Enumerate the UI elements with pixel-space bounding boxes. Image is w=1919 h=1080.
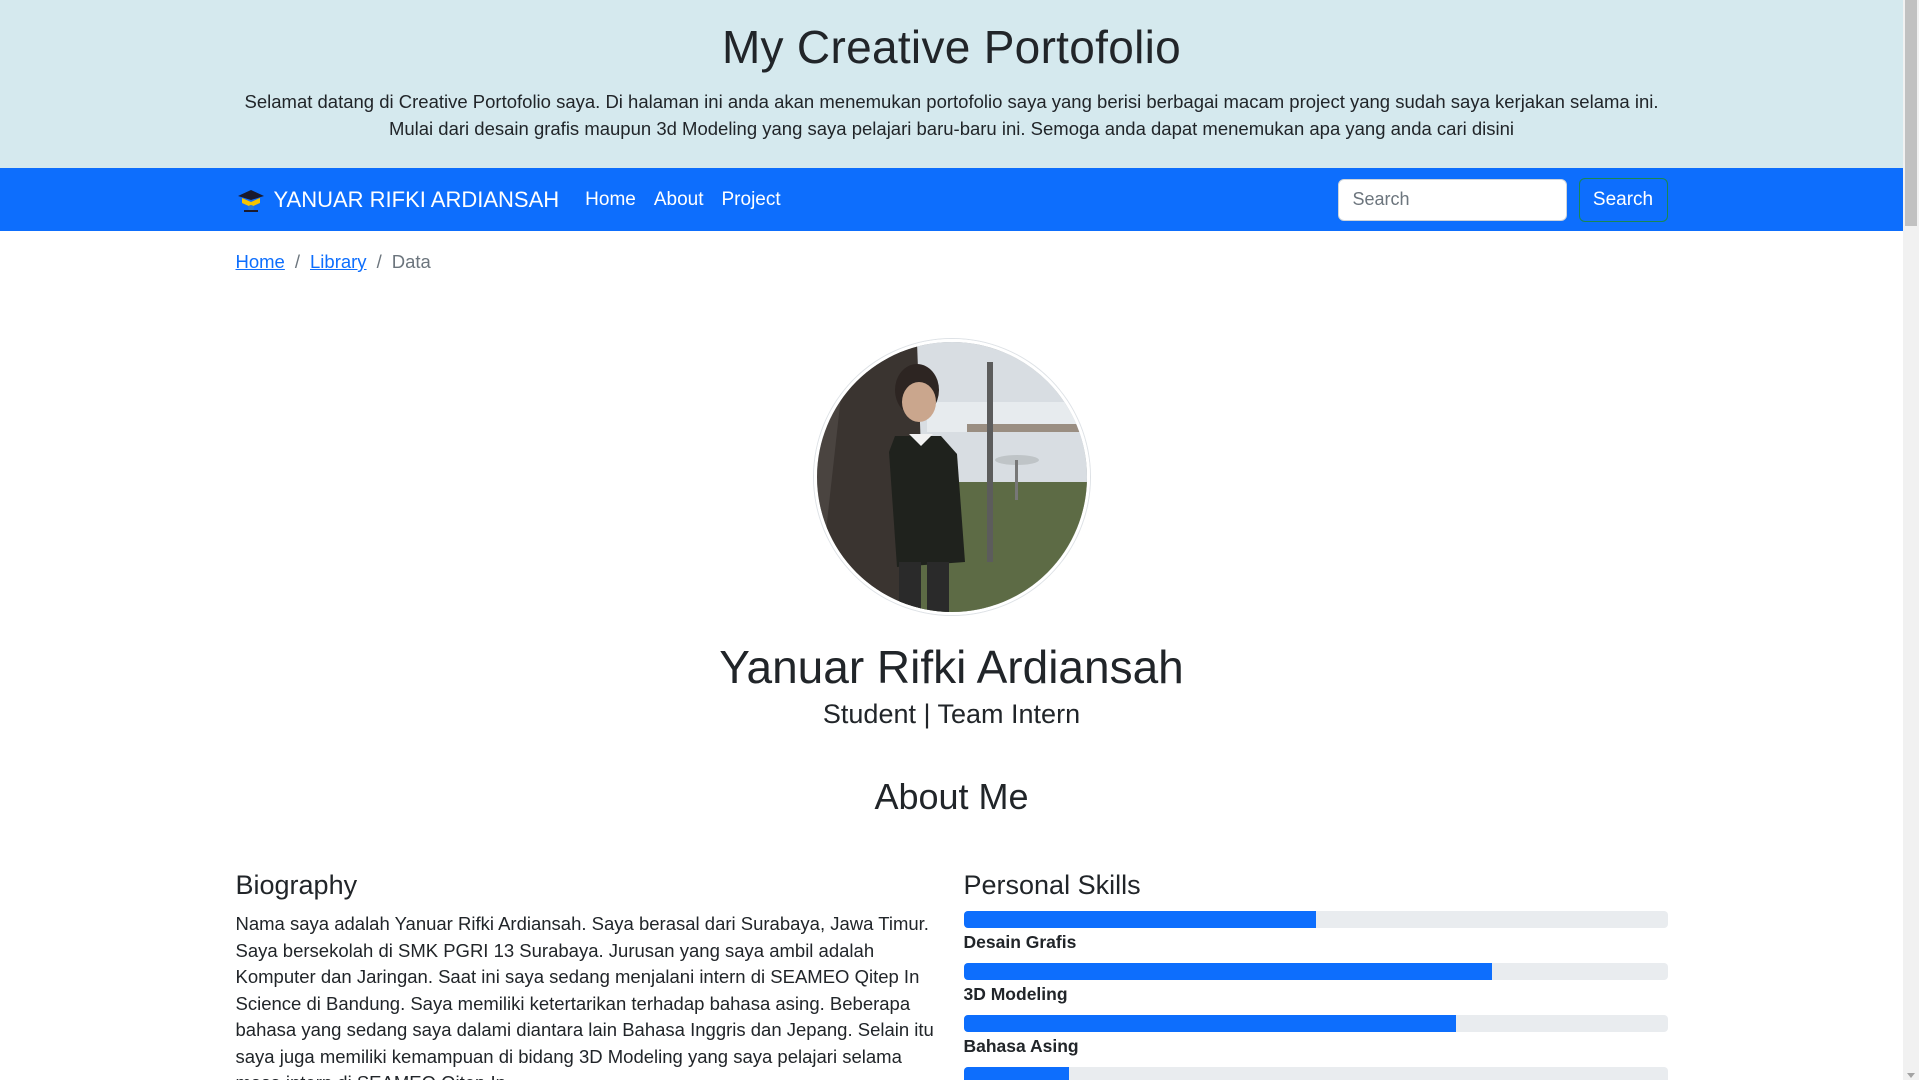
biography-column: Biography Nama saya adalah Yanuar Rifki … xyxy=(236,870,940,1080)
scrollbar-thumb[interactable] xyxy=(1905,0,1917,226)
about-title: About Me xyxy=(874,776,1029,817)
nav-link-about[interactable]: About xyxy=(654,189,704,211)
skill-label: Desain Grafis xyxy=(963,932,1077,952)
breadcrumb-current: Data xyxy=(391,251,431,272)
nav-link-home[interactable]: Home xyxy=(585,189,636,211)
breadcrumb-separator: / xyxy=(294,251,300,272)
skill-item: Bahasa Asing xyxy=(963,1015,1668,1057)
skill-label: 3D Modeling xyxy=(963,984,1068,1004)
profile-section: Yanuar Rifki Ardiansah Student | Team In… xyxy=(0,339,1903,730)
skill-item xyxy=(963,1067,1668,1080)
skill-progress-bar xyxy=(963,1015,1457,1032)
skill-progress-bar xyxy=(963,911,1316,928)
breadcrumb-separator: / xyxy=(376,251,382,272)
hero-title: My Creative Portofolio xyxy=(721,21,1182,73)
search-button[interactable]: Search xyxy=(1578,177,1668,222)
nav-search-form: Search xyxy=(1337,177,1668,222)
scroll-down-arrow-icon[interactable] xyxy=(1907,1073,1915,1078)
biography-text: Nama saya adalah Yanuar Rifki Ardiansah.… xyxy=(235,913,934,1080)
search-input[interactable] xyxy=(1337,178,1567,221)
skills-column: Personal Skills Desain Grafis 3D Modelin… xyxy=(963,870,1668,1080)
nav-links: Home About Project xyxy=(585,189,798,211)
brand-logo-icon xyxy=(236,186,266,214)
skill-label: Bahasa Asing xyxy=(963,1036,1079,1056)
skills-title: Personal Skills xyxy=(963,870,1141,900)
brand-name: YANUAR RIFKI ARDIANSAH xyxy=(273,186,560,212)
page-scrollbar[interactable] xyxy=(1903,0,1919,1080)
skill-progress xyxy=(963,911,1668,928)
skill-item: 3D Modeling xyxy=(963,963,1668,1005)
skill-item: Desain Grafis xyxy=(963,911,1668,953)
navbar-brand[interactable]: YANUAR RIFKI ARDIANSAH xyxy=(236,186,560,214)
page: My Creative Portofolio Selamat datang di… xyxy=(0,0,1903,1080)
navbar-inner: YANUAR RIFKI ARDIANSAH Home About Projec… xyxy=(236,177,1668,222)
breadcrumb: Home / Library / Data xyxy=(236,251,1668,273)
navbar: YANUAR RIFKI ARDIANSAH Home About Projec… xyxy=(0,168,1903,231)
skill-progress xyxy=(963,1015,1668,1032)
breadcrumb-library[interactable]: Library xyxy=(310,251,367,273)
nav-link-project[interactable]: Project xyxy=(722,189,781,211)
breadcrumb-home[interactable]: Home xyxy=(236,251,285,273)
hero-banner: My Creative Portofolio Selamat datang di… xyxy=(0,0,1903,168)
biography-title: Biography xyxy=(235,870,358,900)
profile-avatar xyxy=(813,339,1090,615)
profile-photo-image xyxy=(816,342,1087,612)
profile-name: Yanuar Rifki Ardiansah xyxy=(719,641,1184,693)
skill-progress-bar xyxy=(963,963,1492,980)
skill-progress-bar xyxy=(963,1067,1070,1080)
skill-progress xyxy=(963,963,1668,980)
profile-role: Student | Team Intern xyxy=(822,699,1081,729)
skill-progress xyxy=(963,1067,1668,1080)
hero-subtitle: Selamat datang di Creative Portofolio sa… xyxy=(244,91,1659,139)
about-row: Biography Nama saya adalah Yanuar Rifki … xyxy=(236,870,1668,1080)
